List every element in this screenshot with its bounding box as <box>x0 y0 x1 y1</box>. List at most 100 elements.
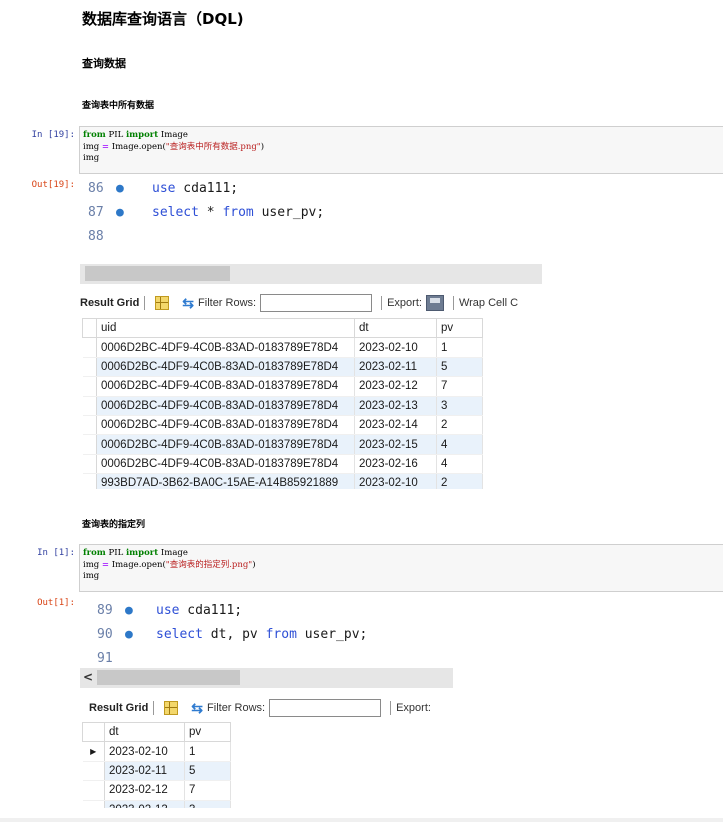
code-line: img = Image.open("查询表的指定列.png") <box>83 560 723 572</box>
line-number: 87 <box>88 205 104 220</box>
code-cell-19[interactable]: from PIL import Image img = Image.open("… <box>79 126 723 174</box>
table-row[interactable]: 993BD7AD-3B62-BA0C-15AE-A14B85921889 2023… <box>82 473 483 489</box>
code-keyword: from <box>83 130 106 140</box>
result-grid-tab[interactable]: Result Grid <box>80 297 139 309</box>
cell-uid: 0006D2BC-4DF9-4C0B-83AD-0183789E78D4 <box>96 434 355 455</box>
row-header <box>82 800 105 808</box>
cell-pv: 3 <box>436 396 483 416</box>
result-grid-table: dt pv ▶ 2023-02-10 1 2023-02-11 5 2023-02-1… <box>82 721 231 808</box>
code-operator: = <box>101 559 110 570</box>
table-row[interactable]: 0006D2BC-4DF9-4C0B-83AD-0183789E78D4 2023… <box>82 396 483 416</box>
row-header <box>82 454 97 475</box>
separator <box>144 296 146 310</box>
cell-pv: 5 <box>184 761 231 782</box>
output-image-columns: 89 ● use cda111; 90 ● select dt, pv from use… <box>80 598 453 808</box>
table-header-row: dt pv <box>82 721 231 743</box>
cell-pv: 2 <box>436 473 483 489</box>
code-keyword: import <box>125 548 159 558</box>
export-label[interactable]: Export: <box>387 297 422 309</box>
table-row[interactable]: 0006D2BC-4DF9-4C0B-83AD-0183789E78D4 2023… <box>82 454 483 475</box>
column-header[interactable]: dt <box>104 721 185 743</box>
result-grid-table: uid dt pv 0006D2BC-4DF9-4C0B-83AD-018378… <box>82 317 483 489</box>
cell-uid: 0006D2BC-4DF9-4C0B-83AD-0183789E78D4 <box>96 415 355 436</box>
separator <box>381 296 383 310</box>
cell-dt: 2023-02-12 <box>104 780 185 801</box>
wrap-cell-label[interactable]: Wrap Cell C <box>459 297 518 309</box>
bullet-icon: ● <box>116 205 124 220</box>
heading-query-all: 查询表中所有数据 <box>82 101 155 111</box>
cell-pv: 4 <box>436 434 483 455</box>
line-number: 86 <box>88 181 104 196</box>
cell-dt: 2023-02-16 <box>354 454 437 475</box>
refresh-icon[interactable]: ⇆ <box>191 700 203 717</box>
row-header <box>82 415 97 436</box>
table-row[interactable]: 0006D2BC-4DF9-4C0B-83AD-0183789E78D4 2023… <box>82 337 483 358</box>
code-text: PIL <box>105 548 126 558</box>
column-header[interactable]: dt <box>354 317 437 339</box>
horizontal-scrollbar[interactable]: < <box>80 668 453 688</box>
table-row[interactable]: 0006D2BC-4DF9-4C0B-83AD-0183789E78D4 2023… <box>82 415 483 436</box>
export-label[interactable]: Export: <box>396 702 431 714</box>
filter-rows-input[interactable] <box>260 294 373 312</box>
scroll-thumb[interactable] <box>85 266 230 281</box>
row-header-corner <box>82 317 97 339</box>
table-row[interactable]: 2023-02-12 7 <box>82 780 231 801</box>
column-header[interactable]: pv <box>436 317 483 339</box>
cell-dt: 2023-02-13 <box>104 800 185 808</box>
sql-keyword: select <box>156 627 203 642</box>
code-string: "查询表中所有数据.png" <box>165 141 261 152</box>
table-row[interactable]: 2023-02-11 5 <box>82 761 231 782</box>
cell-dt: 2023-02-12 <box>354 376 437 397</box>
cell-uid: 0006D2BC-4DF9-4C0B-83AD-0183789E78D4 <box>96 396 355 416</box>
scroll-thumb[interactable] <box>97 670 240 685</box>
cell-uid: 0006D2BC-4DF9-4C0B-83AD-0183789E78D4 <box>96 357 355 378</box>
save-icon[interactable] <box>425 295 444 311</box>
cell-pv: 7 <box>436 376 483 397</box>
separator <box>390 701 392 715</box>
page-bottom-scrollbar <box>0 818 723 822</box>
row-header <box>82 473 97 489</box>
table-header-row: uid dt pv <box>82 317 483 339</box>
table-row[interactable]: 0006D2BC-4DF9-4C0B-83AD-0183789E78D4 2023… <box>82 434 483 455</box>
code-text: Image.open( <box>109 559 166 570</box>
sql-keyword: use <box>152 181 176 196</box>
line-number: 90 <box>97 627 113 642</box>
cell-pv: 1 <box>436 337 483 358</box>
table-row[interactable]: 0006D2BC-4DF9-4C0B-83AD-0183789E78D4 2023… <box>82 376 483 397</box>
grid-icon[interactable] <box>155 296 170 310</box>
heading-query-data: 查询数据 <box>82 57 126 70</box>
column-header[interactable]: pv <box>184 721 231 743</box>
result-grid-tab[interactable]: Result Grid <box>89 702 148 714</box>
row-header <box>82 396 97 416</box>
cell-dt: 2023-02-13 <box>354 396 437 416</box>
column-header[interactable]: uid <box>96 317 355 339</box>
cell-pv: 1 <box>184 741 231 762</box>
code-line: img <box>83 153 100 163</box>
table-row[interactable]: 0006D2BC-4DF9-4C0B-83AD-0183789E78D4 2023… <box>82 357 483 378</box>
result-toolbar: Result Grid ⇆ Filter Rows: Export: <box>89 697 431 719</box>
code-line: from PIL import Image <box>83 130 723 142</box>
code-text: Image <box>158 130 188 140</box>
code-string: "查询表的指定列.png" <box>165 559 253 570</box>
sql-text: dt, pv <box>202 627 266 642</box>
sql-line: 87 ● select * from user_pv; <box>88 205 324 220</box>
cell-dt: 2023-02-14 <box>354 415 437 436</box>
cell-pv: 7 <box>184 780 231 801</box>
result-toolbar: Result Grid ⇆ Filter Rows: Export: Wrap … <box>80 292 518 314</box>
code-text: PIL <box>105 130 126 140</box>
table-row[interactable]: ▶ 2023-02-10 1 <box>82 741 231 762</box>
cell-dt: 2023-02-10 <box>104 741 185 762</box>
output-prompt-1: Out[1]: <box>37 598 75 608</box>
code-cell-1[interactable]: from PIL import Image img = Image.open("… <box>79 544 723 592</box>
sql-line: 89 ● use cda111; <box>97 603 242 618</box>
refresh-icon[interactable]: ⇆ <box>182 295 194 312</box>
separator <box>452 296 454 310</box>
grid-icon[interactable] <box>164 701 179 715</box>
horizontal-scrollbar[interactable] <box>80 264 542 284</box>
heading-dql: 数据库查询语言（DQL) <box>82 10 244 28</box>
scroll-left-icon[interactable]: < <box>83 670 93 684</box>
table-row[interactable]: 2023-02-133 <box>82 800 231 808</box>
sql-line: 90 ● select dt, pv from user_pv; <box>97 627 367 642</box>
filter-rows-input[interactable] <box>269 699 382 717</box>
cell-dt: 2023-02-10 <box>354 473 437 489</box>
